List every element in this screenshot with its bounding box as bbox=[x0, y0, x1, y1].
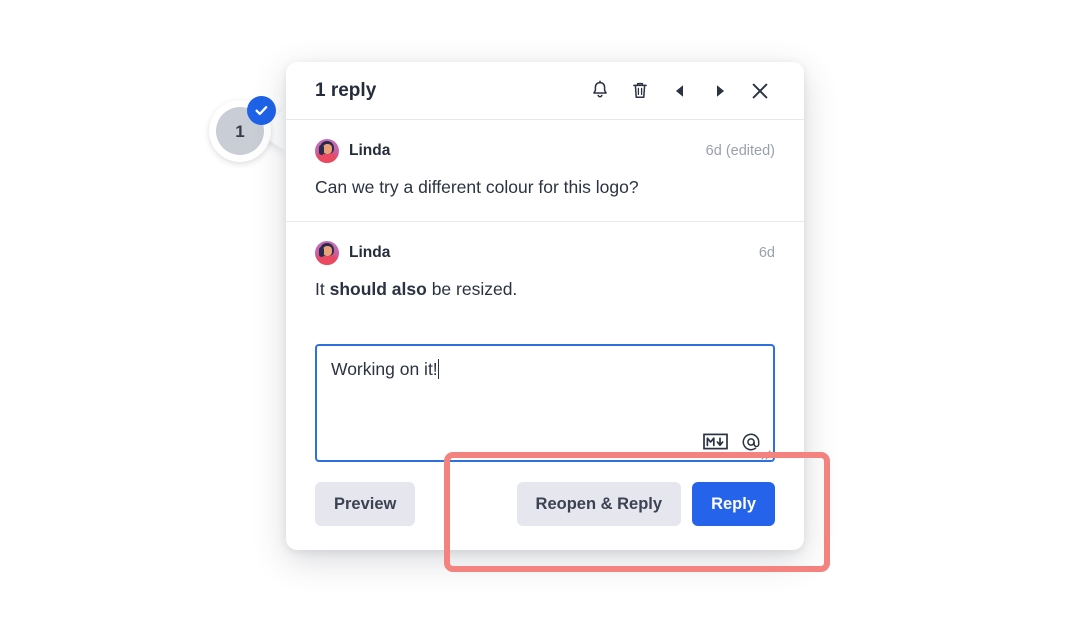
avatar bbox=[315, 139, 339, 163]
thread-pin[interactable]: 1 bbox=[209, 96, 276, 162]
previous-arrow-icon[interactable] bbox=[660, 71, 700, 111]
comment-timestamp: 6d bbox=[758, 244, 775, 261]
thread-header: 1 reply bbox=[286, 62, 804, 120]
text-caret bbox=[437, 358, 440, 379]
comment-item: Linda 6d (edited) Can we try a different… bbox=[286, 120, 804, 222]
comment-text: Can we try a different colour for this l… bbox=[315, 177, 639, 197]
close-icon[interactable] bbox=[740, 71, 780, 111]
comment-body: It should also be resized. bbox=[315, 278, 775, 301]
comment-header: Linda 6d (edited) bbox=[315, 139, 775, 163]
trash-icon[interactable] bbox=[620, 71, 660, 111]
comment-author: Linda bbox=[349, 142, 391, 159]
comment-author: Linda bbox=[349, 243, 391, 261]
preview-button[interactable]: Preview bbox=[315, 481, 416, 526]
reopen-and-reply-button[interactable]: Reopen & Reply bbox=[516, 481, 682, 526]
page-title: 1 reply bbox=[315, 79, 377, 101]
next-arrow-icon[interactable] bbox=[700, 71, 740, 111]
comment-thread-card: 1 reply Linda 6d (edited) Can we try a d… bbox=[286, 62, 804, 550]
reply-button[interactable]: Reply bbox=[692, 481, 775, 526]
thread-pin-number: 1 bbox=[235, 121, 245, 141]
markdown-icon[interactable] bbox=[703, 433, 728, 450]
resize-grip[interactable] bbox=[759, 447, 771, 460]
composer-tools bbox=[703, 432, 761, 452]
comment-text-prefix: It bbox=[315, 278, 330, 299]
check-icon bbox=[247, 96, 276, 125]
comment-header: Linda 6d bbox=[315, 240, 775, 265]
reply-input-value: Working on it! bbox=[331, 358, 440, 380]
notifications-bell-icon[interactable] bbox=[580, 71, 620, 111]
comment-text-bold: should also bbox=[329, 278, 427, 299]
reply-input[interactable]: Working on it! bbox=[315, 343, 775, 462]
reply-input-text: Working on it! bbox=[331, 358, 438, 379]
comment-timestamp: 6d (edited) bbox=[705, 143, 775, 159]
mention-at-icon[interactable] bbox=[741, 432, 761, 452]
comment-text-suffix: be resized. bbox=[426, 278, 518, 299]
comment-body: Can we try a different colour for this l… bbox=[315, 176, 775, 199]
action-bar: Preview Reopen & Reply Reply bbox=[286, 462, 804, 550]
comment-item: Linda 6d It should also be resized. bbox=[286, 222, 804, 323]
avatar bbox=[315, 240, 339, 265]
composer-area: Working on it! bbox=[286, 323, 804, 462]
